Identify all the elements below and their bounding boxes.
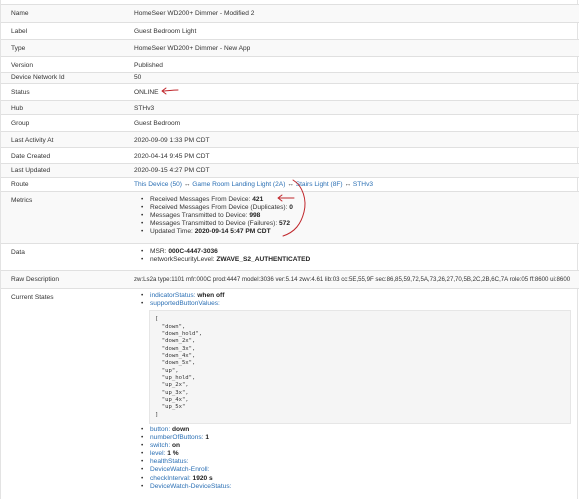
type-value: HomeSeer WD200+ Dimmer - New App <box>134 45 251 52</box>
metric-item: Messages Transmitted to Device (Failures… <box>141 220 293 228</box>
states-top-list: indicatorStatus: when off supportedButto… <box>141 292 224 308</box>
state-item: level: 1 % <box>141 450 231 458</box>
state-item: supportedButtonValues: <box>141 300 224 308</box>
status-arrow-annotation <box>161 87 179 95</box>
state-item: checkInterval: 1920 s <box>141 475 231 483</box>
row-last-updated: Last Updated 2020-09-15 4:27 PM CDT <box>1 163 579 177</box>
label-value: Guest Bedroom Light <box>134 28 197 35</box>
row-version: Version Published <box>1 56 579 72</box>
raw-value: zw:Ls2a type:1101 mfr:000C prod:4447 mod… <box>134 276 571 283</box>
route-separator: ↔ <box>183 181 191 188</box>
route-hop-game-room[interactable]: Game Room Landing Light (2A) <box>192 181 285 188</box>
route-path: This Device (50) ↔ Game Room Landing Lig… <box>134 181 373 188</box>
states-bottom-list: button: down numberOfButtons: 1 switch: … <box>141 426 231 491</box>
version-value: Published <box>134 62 163 69</box>
metric-item: Messages Transmitted to Device: 998 <box>141 212 293 220</box>
failures-arrow-annotation <box>277 194 295 202</box>
last-activity-label: Last Activity At <box>11 137 54 144</box>
date-created-value: 2020-04-14 9:45 PM CDT <box>134 153 210 160</box>
state-item: DeviceWatch-Enroll: <box>141 466 231 474</box>
row-name: Name HomeSeer WD200+ Dimmer - Modified 2 <box>1 4 579 22</box>
group-label: Group <box>11 120 30 127</box>
route-hop-hub[interactable]: STHv3 <box>353 181 373 188</box>
metrics-label: Metrics <box>11 197 33 204</box>
row-data: Data MSR: 000C-4447-3036 networkSecurity… <box>1 243 579 270</box>
metric-item: Updated Time: 2020-09-14 5:47 PM CDT <box>141 228 293 236</box>
hub-link[interactable]: STHv3 <box>134 105 154 112</box>
metrics-bracket-annotation <box>282 179 306 237</box>
name-label: Name <box>11 10 29 17</box>
row-group: Group Guest Bedroom <box>1 114 579 131</box>
data-item: networkSecurityLevel: ZWAVE_S2_AUTHENTIC… <box>141 256 310 264</box>
state-item: indicatorStatus: when off <box>141 292 224 300</box>
last-updated-value: 2020-09-15 4:27 PM CDT <box>134 167 210 174</box>
device-details-table: Name HomeSeer WD200+ Dimmer - Modified 2… <box>0 0 579 499</box>
data-list: MSR: 000C-4447-3036 networkSecurityLevel… <box>141 248 310 264</box>
state-item: DeviceWatch-DeviceStatus: <box>141 483 231 491</box>
data-label: Data <box>11 249 25 256</box>
state-item: healthStatus: <box>141 458 231 466</box>
row-last-activity: Last Activity At 2020-09-09 1:33 PM CDT <box>1 131 579 147</box>
row-current-states: Current States indicatorStatus: when off… <box>1 288 579 499</box>
network-id-label: Device Network Id <box>11 74 65 81</box>
date-created-label: Date Created <box>11 153 51 160</box>
metric-item: Received Messages From Device: 421 <box>141 196 293 204</box>
supported-button-values-code: [ "down", "down_hold", "down_2x", "down_… <box>149 310 571 424</box>
state-item: switch: on <box>141 442 231 450</box>
group-link[interactable]: Guest Bedroom <box>134 120 180 127</box>
raw-label: Raw Description <box>11 276 60 283</box>
row-type: Type HomeSeer WD200+ Dimmer - New App <box>1 39 579 56</box>
last-updated-label: Last Updated <box>11 167 51 174</box>
route-separator: ↔ <box>344 181 352 188</box>
label-label: Label <box>11 28 28 35</box>
current-states-label: Current States <box>11 294 54 301</box>
state-item: button: down <box>141 426 231 434</box>
row-status: Status ONLINE <box>1 83 579 100</box>
last-activity-value: 2020-09-09 1:33 PM CDT <box>134 137 210 144</box>
name-value: HomeSeer WD200+ Dimmer - Modified 2 <box>134 10 255 17</box>
row-label: Label Guest Bedroom Light <box>1 22 579 39</box>
row-hub: Hub STHv3 <box>1 100 579 114</box>
route-hop-this-device[interactable]: This Device (50) <box>134 181 182 188</box>
type-label: Type <box>11 45 26 52</box>
status-value: ONLINE <box>134 89 159 96</box>
metrics-list: Received Messages From Device: 421 Recei… <box>141 196 293 237</box>
row-raw-description: Raw Description zw:Ls2a type:1101 mfr:00… <box>1 270 579 288</box>
status-label: Status <box>11 89 30 96</box>
hub-label: Hub <box>11 105 24 112</box>
state-item: numberOfButtons: 1 <box>141 434 231 442</box>
route-label: Route <box>11 181 29 188</box>
version-label: Version <box>11 62 33 69</box>
network-id-value: 50 <box>134 74 142 81</box>
metric-item: Received Messages From Device (Duplicate… <box>141 204 293 212</box>
data-item: MSR: 000C-4447-3036 <box>141 248 310 256</box>
row-date-created: Date Created 2020-04-14 9:45 PM CDT <box>1 147 579 163</box>
row-network-id: Device Network Id 50 <box>1 72 579 83</box>
